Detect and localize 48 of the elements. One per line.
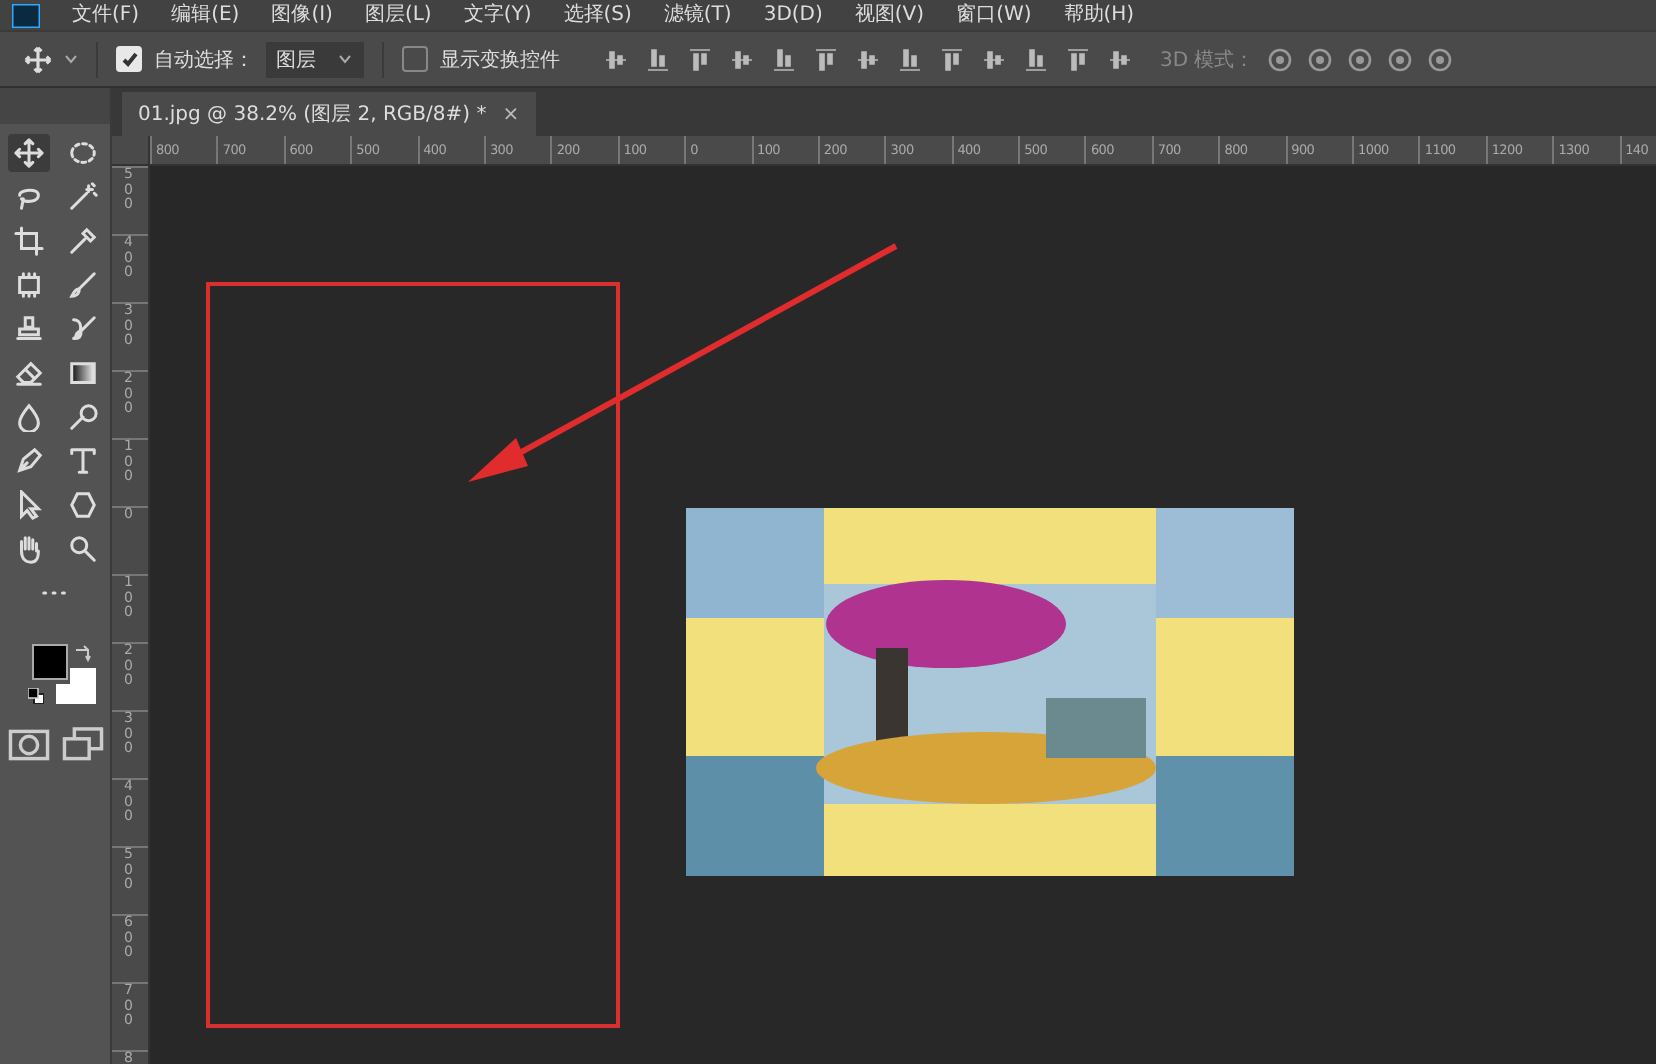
auto-select-checkbox[interactable] [116,46,142,72]
align-icon[interactable] [982,47,1006,71]
menu-item[interactable]: 帮助(H) [1063,3,1135,27]
menu-item[interactable]: 文字(Y) [463,3,532,27]
transform-checkbox[interactable] [402,46,428,72]
3d-control-icon[interactable] [1306,45,1335,73]
align-icon[interactable] [940,47,964,71]
3d-control-icon[interactable] [1346,45,1375,73]
align-icon[interactable] [604,47,628,71]
default-colors-icon[interactable] [27,688,43,704]
screen-mode-icon[interactable] [61,726,103,764]
quick-mask-icon[interactable] [7,726,49,764]
align-icon[interactable] [1066,47,1090,71]
checkbox-label: 显示变换控件 [440,47,560,73]
align-icon[interactable] [856,47,880,71]
menu-item[interactable]: 视图(V) [854,3,925,27]
align-icon[interactable] [646,47,670,71]
foreground-color-swatch[interactable] [31,644,67,680]
3d-control-icon[interactable] [1426,45,1455,73]
move-icon[interactable] [7,134,49,172]
menu-item[interactable]: 图像(I) [271,3,333,27]
menu-item[interactable]: 图层(L) [364,3,432,27]
align-icon[interactable] [772,47,796,71]
close-button[interactable]: × [502,103,520,125]
align-icon[interactable] [730,47,754,71]
caret-icon[interactable] [64,54,78,64]
align-icon[interactable] [814,47,838,71]
3d-control-icon[interactable] [1386,45,1415,73]
document-tab[interactable]: 01.jpg @ 38.2% (图层 2, RGB/8#) * × [122,92,536,136]
menu-item[interactable]: 滤镜(T) [663,3,732,27]
menu-item[interactable]: 编辑(E) [171,3,240,27]
app-logo-icon [12,3,40,27]
layer-dropdown[interactable]: 图层 [266,41,364,77]
align-icon[interactable] [898,47,922,71]
align-icon[interactable] [1024,47,1048,71]
swap-arrows-icon[interactable] [73,644,91,662]
menu-item[interactable]: 3D(D) [763,3,823,27]
mode-3d-label: 3D 模式： [1160,47,1255,73]
menu-item[interactable]: 文件(F) [72,3,140,27]
move-icon[interactable] [24,45,52,73]
caret-icon [338,54,352,64]
3d-control-icon[interactable] [1266,45,1295,73]
background-color-swatch[interactable] [55,668,95,704]
menu-item[interactable]: 窗口(W) [956,3,1032,27]
align-icon[interactable] [1108,47,1132,71]
align-icon[interactable] [688,47,712,71]
checkbox-label: 自动选择： [154,47,254,73]
menu-item[interactable]: 选择(S) [563,3,632,27]
